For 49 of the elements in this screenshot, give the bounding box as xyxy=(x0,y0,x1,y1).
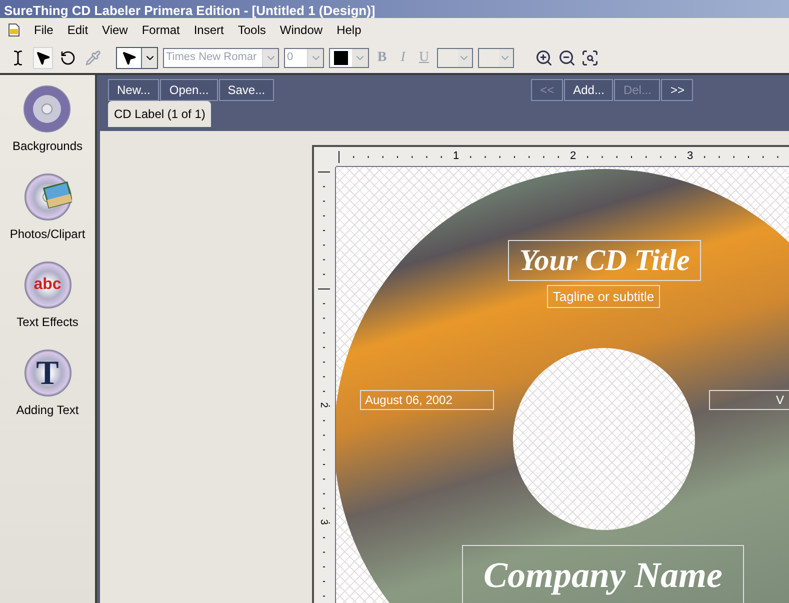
menu-item[interactable]: Window xyxy=(280,21,323,39)
label-text-box[interactable]: V xyxy=(709,390,789,410)
menu-item[interactable]: Format xyxy=(142,21,180,39)
rotate-icon xyxy=(60,50,76,66)
pointer-select[interactable] xyxy=(116,46,158,68)
zoom-in-icon[interactable] xyxy=(535,48,553,66)
tool-button[interactable] xyxy=(33,46,53,68)
toolbar-button[interactable]: >> xyxy=(661,79,694,101)
toolbar-button[interactable]: New... xyxy=(108,79,160,101)
menu-item[interactable]: Tools xyxy=(238,21,266,39)
ruler-number: 2 xyxy=(570,149,576,163)
ruler-number: 2 xyxy=(316,402,329,408)
combo-box[interactable] xyxy=(437,48,473,68)
menu-item[interactable]: Insert xyxy=(194,21,224,39)
disc-icon xyxy=(24,173,72,221)
label-text: Tagline or subtitle xyxy=(552,288,654,306)
label-text: August 06, 2002 xyxy=(365,392,452,409)
ruler-number: 3 xyxy=(687,149,694,163)
ruler-number: 1 xyxy=(453,149,460,163)
toolbar-button[interactable]: Add... xyxy=(564,79,614,101)
sidebar-item[interactable]: T Adding Text xyxy=(16,349,79,419)
disc-icon xyxy=(23,85,72,133)
combo-value: 0 xyxy=(286,50,294,66)
menu-item[interactable]: Edit xyxy=(67,21,88,39)
document-icon xyxy=(8,23,20,37)
sidebar-item[interactable]: Photos/Clipart xyxy=(10,173,86,243)
icon-letters: T xyxy=(35,354,60,394)
window-title: SureThing CD Labeler Primera Edition - [Untitled 1 (Design)] xyxy=(4,4,376,18)
zoom-out-icon[interactable] xyxy=(558,48,576,66)
menu-item[interactable]: File xyxy=(34,21,54,39)
tab[interactable]: CD Label (1 of 1) xyxy=(108,101,212,127)
color-picker[interactable] xyxy=(329,48,369,68)
pointer-icon xyxy=(35,50,51,66)
pointer-icon xyxy=(121,50,137,66)
toolbar-button[interactable]: Save... xyxy=(218,79,274,101)
menu-item[interactable]: View xyxy=(102,21,128,39)
ruler-number: 3 xyxy=(316,519,329,525)
label-text: Your CD Title xyxy=(519,243,690,279)
eyedropper-icon xyxy=(85,50,101,66)
icon-letters: abc xyxy=(32,275,62,295)
sidebar-item[interactable]: Backgrounds xyxy=(12,85,83,155)
zoom-page-icon[interactable] xyxy=(581,48,599,66)
combo-box[interactable] xyxy=(478,48,514,68)
toolbar-button[interactable]: Open... xyxy=(160,79,218,101)
label-text: Company Name xyxy=(484,554,722,597)
menu-item[interactable]: Help xyxy=(336,21,362,39)
combo-value: Times New Romar xyxy=(165,50,258,66)
sidebar-item[interactable]: abc Text Effects xyxy=(16,261,78,331)
label-text: V xyxy=(776,392,784,409)
